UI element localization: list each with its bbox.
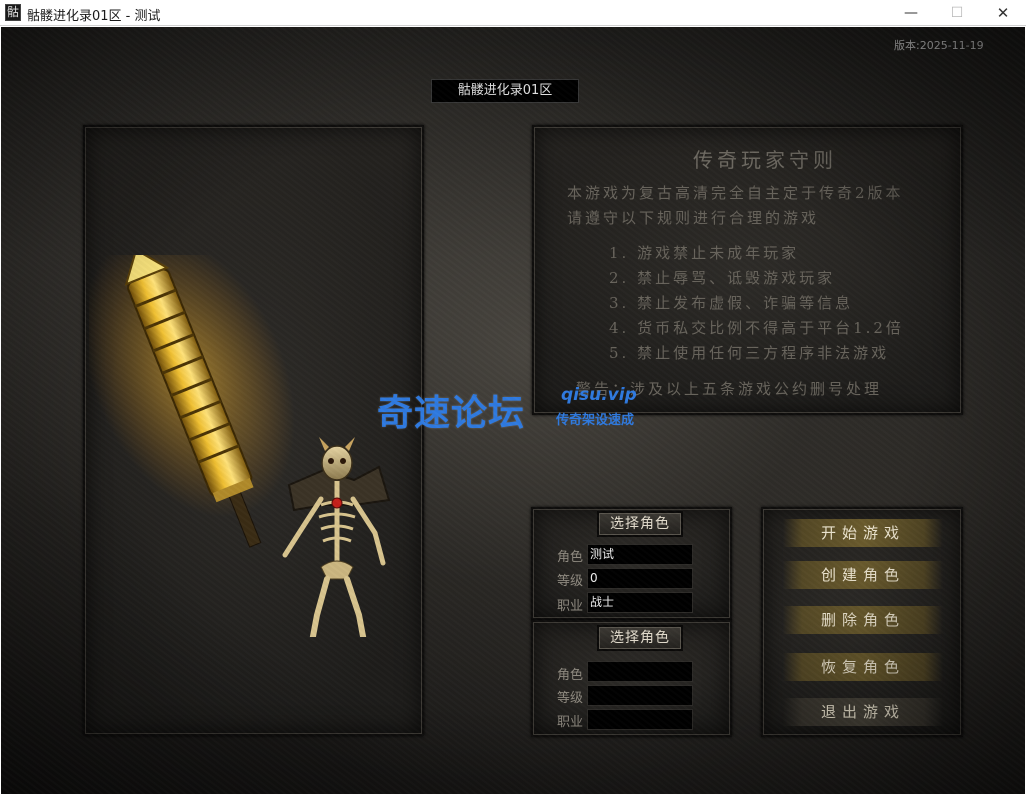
rules-item: 3. 禁止发布虚假、诈骗等信息 bbox=[609, 294, 854, 312]
skeleton-figure bbox=[282, 437, 391, 637]
create-character-button[interactable]: 创建角色 bbox=[783, 561, 943, 589]
skeleton-warrior-character-art bbox=[89, 255, 391, 637]
slot-1-level-label: 等级 bbox=[557, 574, 584, 589]
start-game-button[interactable]: 开始游戏 bbox=[783, 519, 943, 547]
watermark-main-text: 奇速论坛 bbox=[377, 393, 526, 434]
slot-1-name-field: 测试 bbox=[587, 544, 693, 565]
slot-2-name-field bbox=[587, 661, 693, 682]
rules-title: 传奇玩家守则 bbox=[693, 148, 837, 172]
rules-intro-line: 请遵守以下规则进行合理的游戏 bbox=[567, 209, 820, 227]
slot-1-name-label: 角色 bbox=[557, 550, 584, 565]
slot-1-level-field: 0 bbox=[587, 568, 693, 589]
app-icon: 骷 bbox=[5, 4, 21, 21]
slot-2-name-label: 角色 bbox=[557, 668, 584, 683]
server-name-box: 骷髅进化录01区 bbox=[431, 79, 579, 103]
slot-1-class-label: 职业 bbox=[557, 599, 584, 614]
slot-2-class-field bbox=[587, 709, 693, 730]
rules-item: 1. 游戏禁止未成年玩家 bbox=[609, 244, 800, 262]
minimize-button[interactable]: — bbox=[888, 0, 934, 26]
slot-2-level-field bbox=[587, 685, 693, 706]
restore-character-button[interactable]: 恢复角色 bbox=[783, 653, 943, 681]
rules-item: 4. 货币私交比例不得高于平台1.2倍 bbox=[609, 319, 904, 337]
game-client-area: 版本:2025-11-19 骷髅进化录01区 传奇玩家守则 本游戏为复古高清完全… bbox=[1, 27, 1025, 794]
version-label: 版本:2025-11-19 bbox=[894, 39, 984, 52]
slot-2-level-label: 等级 bbox=[557, 691, 584, 706]
window-title: 骷髅进化录01区 - 测试 bbox=[27, 9, 161, 24]
close-button[interactable]: ✕ bbox=[980, 0, 1026, 26]
rules-item: 2. 禁止辱骂、诋毁游戏玩家 bbox=[609, 269, 836, 287]
rules-intro-line: 本游戏为复古高清完全自主定于传奇2版本 bbox=[567, 184, 904, 202]
rules-item: 5. 禁止使用任何三方程序非法游戏 bbox=[609, 344, 890, 362]
watermark-url: qisu.vip bbox=[561, 385, 637, 405]
slot-1-class-field: 战士 bbox=[587, 592, 693, 613]
window-titlebar[interactable]: 骷 骷髅进化录01区 - 测试 — ☐ ✕ bbox=[0, 0, 1026, 26]
delete-character-button[interactable]: 删除角色 bbox=[783, 606, 943, 634]
select-character-2-button[interactable]: 选择角色 bbox=[597, 625, 683, 651]
slot-2-class-label: 职业 bbox=[557, 715, 584, 730]
exit-game-button[interactable]: 退出游戏 bbox=[783, 698, 943, 726]
select-character-1-button[interactable]: 选择角色 bbox=[597, 511, 683, 537]
watermark-subtitle: 传奇架设速成 bbox=[556, 413, 635, 428]
maximize-button[interactable]: ☐ bbox=[934, 0, 980, 26]
